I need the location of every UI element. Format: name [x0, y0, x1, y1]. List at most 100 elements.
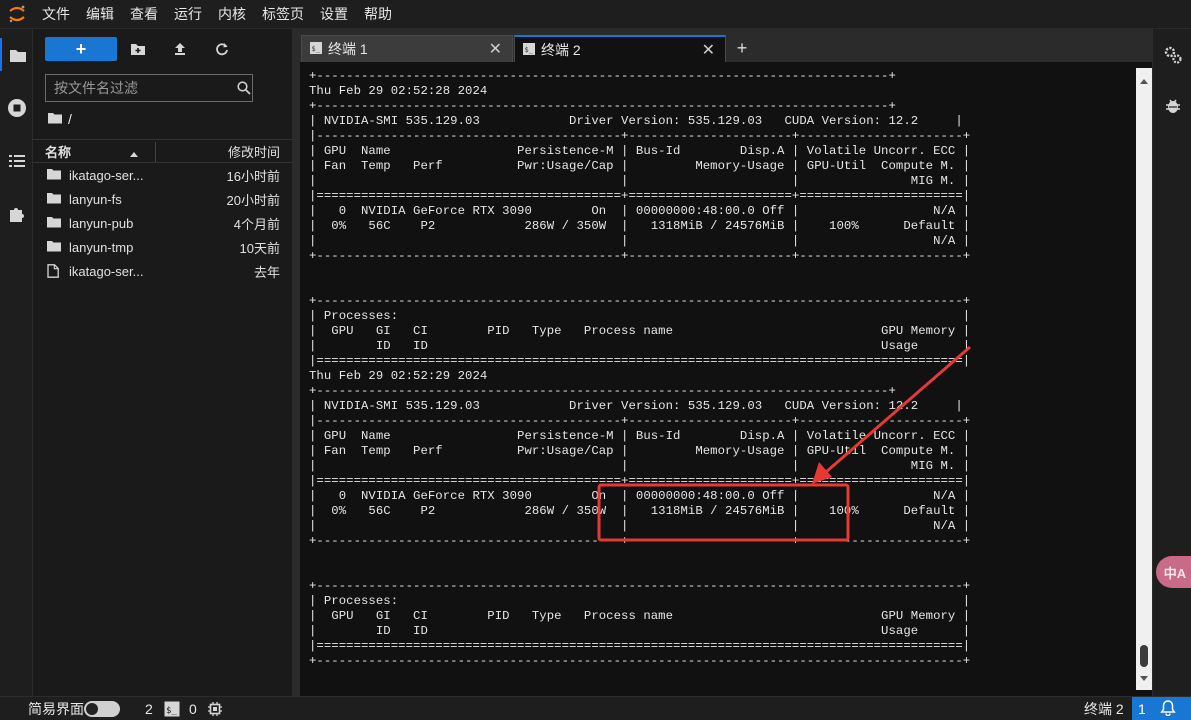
terminal-line: | Fan Temp Perf Pwr:Usage/Cap | Memory-U… — [309, 159, 971, 173]
terminal-line: | Processes: | — [309, 309, 971, 323]
file-list-item[interactable]: lanyun-pub 4个月前 — [33, 211, 292, 235]
menu-view[interactable]: 查看 — [122, 0, 166, 29]
terminal-line: | GPU Name Persistence-M | Bus-Id Disp.A… — [309, 144, 971, 158]
search-icon — [235, 81, 252, 95]
breadcrumb: / — [48, 111, 72, 127]
menu-help[interactable]: 帮助 — [356, 0, 400, 29]
cpu-chip-icon[interactable] — [207, 697, 223, 720]
terminal-line: |---------------------------------------… — [309, 129, 971, 143]
terminal-line: | GPU GI CI PID Type Process name GPU Me… — [309, 609, 971, 623]
terminal-line: Thu Feb 29 02:52:28 2024 — [309, 84, 488, 98]
terminal-line: +---------------------------------------… — [309, 69, 896, 83]
terminal-line: | 0 NVIDIA GeForce RTX 3090 On | 0000000… — [309, 204, 971, 218]
terminal-icon: $_ — [523, 42, 535, 58]
debugger-bug-icon[interactable] — [1164, 97, 1182, 120]
terminal-line: | Fan Temp Perf Pwr:Usage/Cap | Memory-U… — [309, 444, 971, 458]
notification-count: 1 — [1138, 701, 1146, 717]
file-modified: 去年 — [253, 264, 280, 280]
terminal-line: | ID ID Usage | — [309, 339, 971, 353]
terminal-icon: $_ — [310, 41, 322, 57]
svg-text:$_: $_ — [312, 45, 321, 53]
tab-bar: $_ 终端 1 ✕ $_ 终端 2 ✕ + — [300, 29, 1152, 62]
terminal-line: +---------------------------------------… — [309, 384, 896, 398]
tab-terminal-2[interactable]: $_ 终端 2 ✕ — [514, 35, 726, 62]
file-list-item[interactable]: ikatago-ser... 16小时前 — [33, 163, 292, 187]
new-launcher-button[interactable]: + — [45, 37, 117, 61]
file-name: ikatago-ser... — [69, 167, 144, 183]
terminal-scrollbar[interactable] — [1136, 68, 1152, 690]
upload-icon[interactable] — [159, 37, 201, 61]
file-filter-input[interactable] — [46, 80, 235, 96]
scroll-up-icon[interactable] — [1140, 71, 1148, 89]
folder-icon — [47, 216, 61, 231]
scrollbar-thumb[interactable] — [1140, 645, 1148, 667]
file-list-item[interactable]: ikatago-ser... 去年 — [33, 259, 292, 283]
column-divider[interactable] — [155, 142, 156, 162]
terminal-line: +---------------------------------------… — [309, 654, 971, 668]
breadcrumb-root[interactable]: / — [68, 111, 72, 127]
menu-bar: 文件 编辑 查看 运行 内核 标签页 设置 帮助 — [0, 0, 1191, 29]
file-list-item[interactable]: lanyun-tmp 10天前 — [33, 235, 292, 259]
menu-tabs[interactable]: 标签页 — [254, 0, 312, 29]
tab-terminal-1[interactable]: $_ 终端 1 ✕ — [301, 35, 513, 62]
notifications-button[interactable]: 1 — [1132, 697, 1191, 720]
terminal-line: | GPU Name Persistence-M | Bus-Id Disp.A… — [309, 429, 971, 443]
column-name-header[interactable]: 名称 — [45, 142, 71, 161]
svg-text:$_: $_ — [166, 706, 177, 716]
folder-icon — [47, 240, 61, 255]
terminal-line: |=======================================… — [309, 474, 971, 488]
file-name: lanyun-tmp — [69, 239, 134, 255]
terminal-line: |=======================================… — [309, 189, 971, 203]
file-modified: 4个月前 — [233, 216, 280, 232]
property-inspector-gears-icon[interactable] — [1163, 45, 1183, 70]
active-document-name: 终端 2 — [1084, 701, 1124, 717]
folder-icon — [47, 192, 61, 207]
extension-puzzle-icon[interactable] — [0, 197, 33, 230]
terminal-line: | NVIDIA-SMI 535.129.03 Driver Version: … — [309, 114, 963, 128]
terminal-line: |---------------------------------------… — [309, 414, 971, 428]
file-list-header: 名称 修改时间 — [33, 139, 292, 163]
menu-settings[interactable]: 设置 — [312, 0, 356, 29]
terminal-area[interactable]: +---------------------------------------… — [300, 62, 1152, 696]
scroll-down-icon[interactable] — [1140, 669, 1148, 687]
table-of-contents-icon[interactable] — [0, 144, 33, 177]
terminal-count-icon: $_ — [164, 697, 180, 720]
close-icon[interactable]: ✕ — [489, 39, 502, 59]
menu-kernel[interactable]: 内核 — [210, 0, 254, 29]
panel-splitter[interactable] — [292, 29, 300, 696]
file-name: lanyun-fs — [69, 191, 122, 207]
terminal-line: | Processes: | — [309, 594, 971, 608]
left-activity-bar — [0, 29, 33, 696]
terminals-count[interactable]: 0 — [189, 697, 197, 720]
menu-run[interactable]: 运行 — [166, 0, 210, 29]
add-tab-button[interactable]: + — [730, 36, 754, 60]
right-sidebar — [1152, 29, 1191, 696]
sort-ascending-icon — [129, 146, 139, 161]
terminal-line: +---------------------------------------… — [309, 249, 971, 263]
column-modified-header[interactable]: 修改时间 — [228, 142, 280, 161]
refresh-icon[interactable] — [201, 37, 243, 61]
folder-icon — [47, 168, 61, 183]
terminal-line: +---------------------------------------… — [309, 534, 971, 548]
menu-edit[interactable]: 编辑 — [78, 0, 122, 29]
terminal-line: +---------------------------------------… — [309, 99, 896, 113]
simple-mode-toggle[interactable] — [84, 697, 120, 720]
svg-text:$_: $_ — [525, 46, 534, 54]
translate-button[interactable]: 中A — [1156, 556, 1191, 588]
kernels-count[interactable]: 2 — [145, 697, 153, 720]
terminal-line: |=======================================… — [309, 354, 971, 368]
file-icon — [47, 264, 59, 281]
file-list-item[interactable]: lanyun-fs 20小时前 — [33, 187, 292, 211]
file-modified: 16小时前 — [226, 168, 280, 184]
new-folder-icon[interactable] — [117, 37, 159, 61]
menu-file[interactable]: 文件 — [34, 0, 78, 29]
home-folder-icon[interactable] — [48, 111, 62, 127]
running-kernels-icon[interactable] — [0, 91, 33, 124]
folder-icon[interactable] — [0, 38, 33, 71]
simple-mode-label: 简易界面 — [28, 701, 84, 717]
bell-icon — [1160, 699, 1176, 719]
close-icon[interactable]: ✕ — [702, 40, 715, 60]
